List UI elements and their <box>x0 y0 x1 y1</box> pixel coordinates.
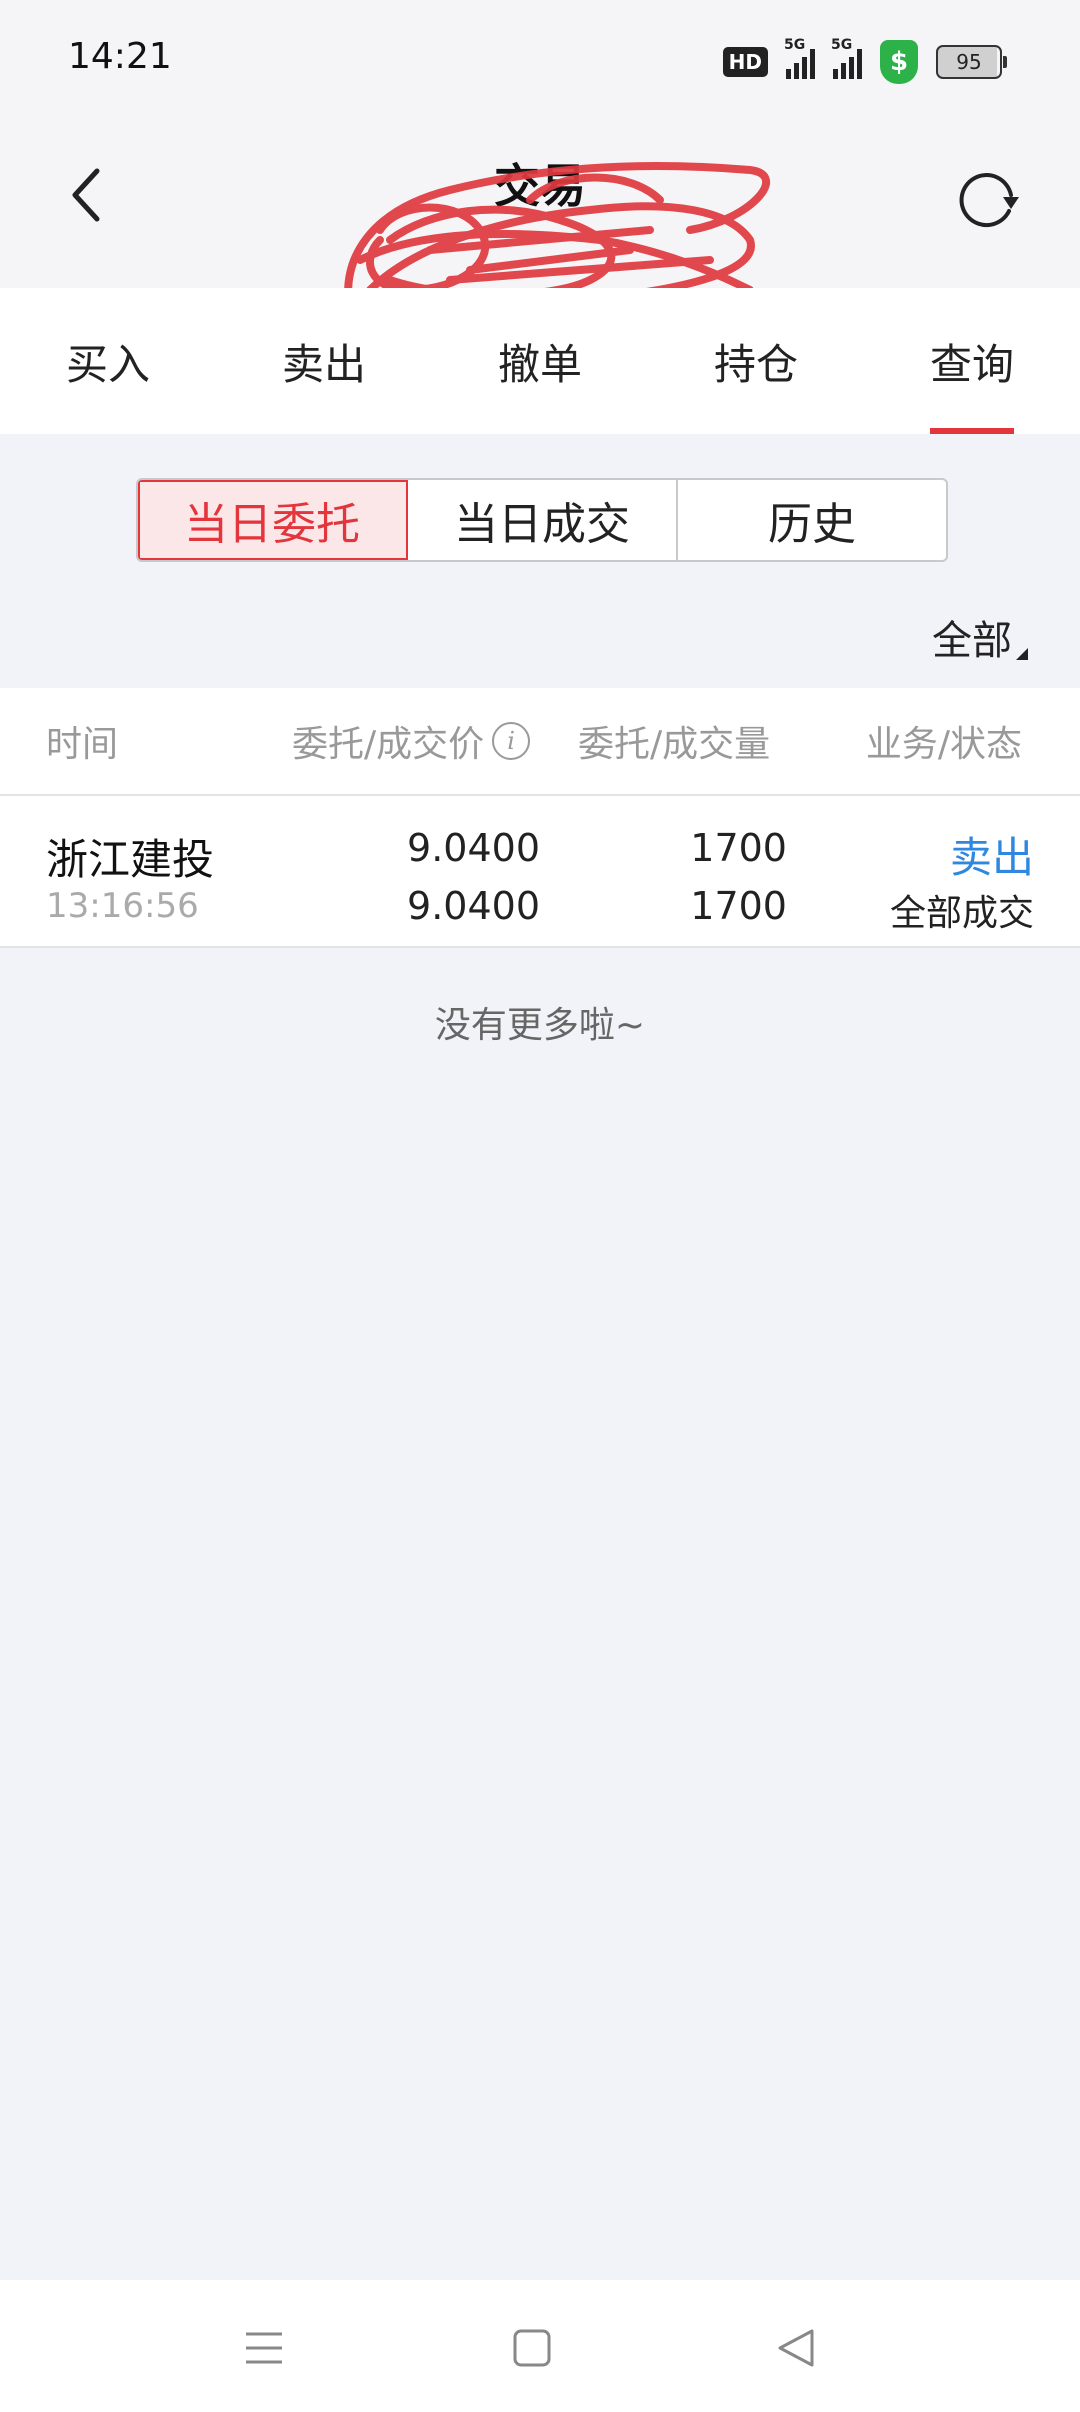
table-header: 时间 委托/成交价 i 委托/成交量 业务/状态 <box>0 688 1080 796</box>
refresh-icon <box>959 173 1019 228</box>
header-price-label: 委托/成交价 <box>292 724 485 765</box>
home-button[interactable] <box>508 2324 556 2372</box>
system-nav-bar <box>0 2280 1080 2412</box>
tab-positions[interactable]: 持仓 <box>648 288 864 434</box>
signal-label-2: 5G <box>831 37 853 53</box>
segment-history[interactable]: 历史 <box>678 480 946 560</box>
order-qty: 1700 <box>690 826 787 870</box>
system-back-button[interactable] <box>772 2324 820 2372</box>
menu-button[interactable] <box>240 2324 288 2372</box>
triangle-back-icon <box>778 2329 814 2367</box>
signal-5g-icon-2: 5G <box>831 37 862 79</box>
query-segmented-control: 当日委托 当日成交 历史 <box>136 478 948 562</box>
info-icon[interactable]: i <box>492 722 531 760</box>
stock-name: 浙江建投 <box>46 835 215 884</box>
header-status: 业务/状态 <box>865 724 1022 765</box>
signal-5g-icon: 5G <box>784 37 815 79</box>
deal-qty: 1700 <box>690 884 787 928</box>
segment-today-deals[interactable]: 当日成交 <box>408 480 678 560</box>
dropdown-corner-icon <box>1016 648 1028 660</box>
segment-today-orders[interactable]: 当日委托 <box>138 480 408 560</box>
battery-level: 95 <box>956 50 982 74</box>
tab-query[interactable]: 查询 <box>864 288 1080 434</box>
hd-icon: HD <box>722 47 768 77</box>
header-price: 委托/成交价 i <box>292 715 531 767</box>
order-status: 全部成交 <box>889 893 1034 934</box>
header-time: 时间 <box>46 724 119 765</box>
business-type: 卖出 <box>949 833 1034 882</box>
filter-label: 全部 <box>932 618 1012 664</box>
order-time: 13:16:56 <box>46 886 199 926</box>
no-more-text: 没有更多啦~ <box>434 1005 646 1046</box>
status-icons: HD 5G 5G $ 95 <box>722 37 1007 86</box>
filter-dropdown[interactable]: 全部 <box>932 608 1028 666</box>
status-bar: 14:21 HD 5G 5G $ 95 <box>0 0 1080 120</box>
tab-buy[interactable]: 买入 <box>0 288 216 434</box>
orders-table: 时间 委托/成交价 i 委托/成交量 业务/状态 浙江建投 13:16:56 9… <box>0 688 1080 948</box>
status-time: 14:21 <box>68 36 172 77</box>
trade-tabbar: 买入 卖出 撤单 持仓 查询 <box>0 288 1080 434</box>
home-square-icon <box>513 2329 551 2367</box>
signal-label: 5G <box>784 37 806 53</box>
order-price: 9.0400 <box>407 826 540 870</box>
page-title: 交易 <box>494 159 586 213</box>
nav-bar: 交易 <box>0 120 1080 288</box>
deal-price: 9.0400 <box>407 884 540 928</box>
header-qty: 委托/成交量 <box>578 724 771 765</box>
battery-icon: 95 <box>936 45 1007 79</box>
security-shield-icon: $ <box>880 40 918 84</box>
tab-sell[interactable]: 卖出 <box>216 288 432 434</box>
menu-icon <box>246 2332 282 2364</box>
refresh-button[interactable] <box>948 160 1028 240</box>
tab-cancel-order[interactable]: 撤单 <box>432 288 648 434</box>
table-row[interactable]: 浙江建投 13:16:56 9.0400 9.0400 1700 1700 卖出… <box>0 796 1080 948</box>
